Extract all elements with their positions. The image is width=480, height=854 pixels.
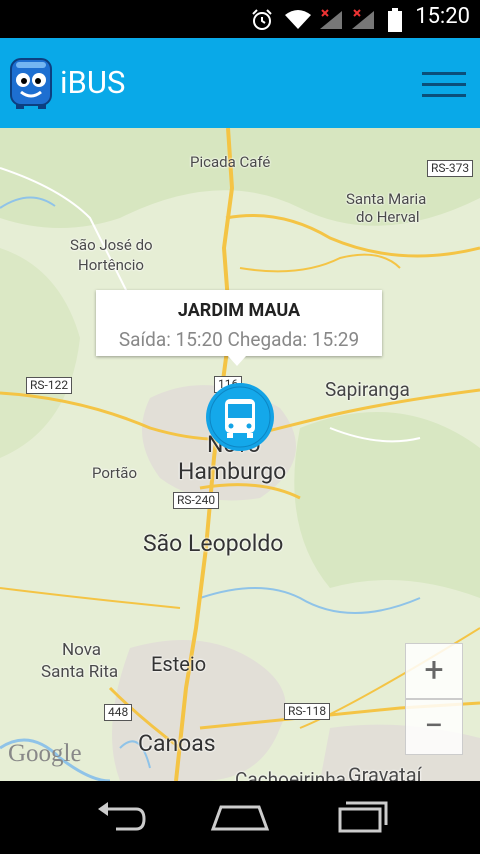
status-bar: 15:20 bbox=[0, 0, 480, 38]
bus-line-name: JARDIM MAUA bbox=[177, 300, 301, 321]
map-label-nova: Nova bbox=[62, 640, 102, 660]
map-label-hortencio: Hortêncio bbox=[78, 256, 144, 274]
map-label-santa-maria: Santa Maria bbox=[346, 190, 427, 208]
route-shield: RS-118 bbox=[284, 703, 331, 720]
route-shield: RS-373 bbox=[427, 160, 474, 177]
recent-apps-icon[interactable] bbox=[326, 795, 396, 839]
app-title: iBUS bbox=[60, 64, 126, 101]
map-view[interactable]: Picada Café Santa Maria do Herval São Jo… bbox=[0, 128, 480, 781]
map-label-sao-jose: São José do bbox=[70, 236, 153, 254]
signal-icon bbox=[320, 9, 342, 29]
map-label-gravatai: Gravataí bbox=[348, 763, 422, 781]
callout-tail bbox=[228, 356, 246, 366]
home-icon[interactable] bbox=[205, 795, 275, 839]
bus-info-window[interactable]: JARDIM MAUA Saída: 15:20 Chegada: 15:29 bbox=[96, 290, 382, 366]
bus-schedule: Saída: 15:20 Chegada: 15:29 bbox=[118, 328, 360, 351]
navigation-bar bbox=[0, 781, 480, 854]
route-shield: RS-240 bbox=[173, 492, 220, 509]
route-shield: 448 bbox=[104, 704, 133, 721]
map-label-cachoeirinha: Cachoeirinha bbox=[235, 768, 346, 781]
wifi-icon bbox=[285, 10, 311, 29]
back-icon[interactable] bbox=[86, 795, 156, 839]
status-time: 15:20 bbox=[415, 4, 470, 29]
app-bar: iBUS bbox=[0, 38, 480, 128]
map-label-novo-hamburgo-b: Hamburgo bbox=[178, 458, 287, 485]
app-logo-icon bbox=[10, 58, 52, 109]
google-logo: Google bbox=[8, 740, 82, 767]
alarm-icon bbox=[252, 9, 272, 30]
zoom-in-button[interactable]: + bbox=[405, 643, 463, 699]
signal-icon bbox=[352, 9, 374, 29]
map-label-sao-leopoldo: São Leopoldo bbox=[143, 530, 284, 557]
map-label-picada-cafe: Picada Café bbox=[190, 153, 271, 171]
map-label-esteio: Esteio bbox=[151, 652, 207, 676]
menu-button[interactable] bbox=[416, 62, 472, 106]
bus-marker-icon[interactable] bbox=[205, 382, 275, 452]
battery-icon bbox=[388, 8, 402, 32]
route-shield: RS-122 bbox=[26, 377, 73, 394]
map-label-do-herval: do Herval bbox=[356, 208, 420, 226]
map-label-portao: Portão bbox=[92, 464, 137, 482]
map-label-canoas: Canoas bbox=[138, 730, 216, 757]
map-label-santa-rita: Santa Rita bbox=[41, 662, 119, 682]
zoom-out-button[interactable]: − bbox=[405, 699, 463, 755]
map-label-sapiranga: Sapiranga bbox=[325, 378, 410, 401]
